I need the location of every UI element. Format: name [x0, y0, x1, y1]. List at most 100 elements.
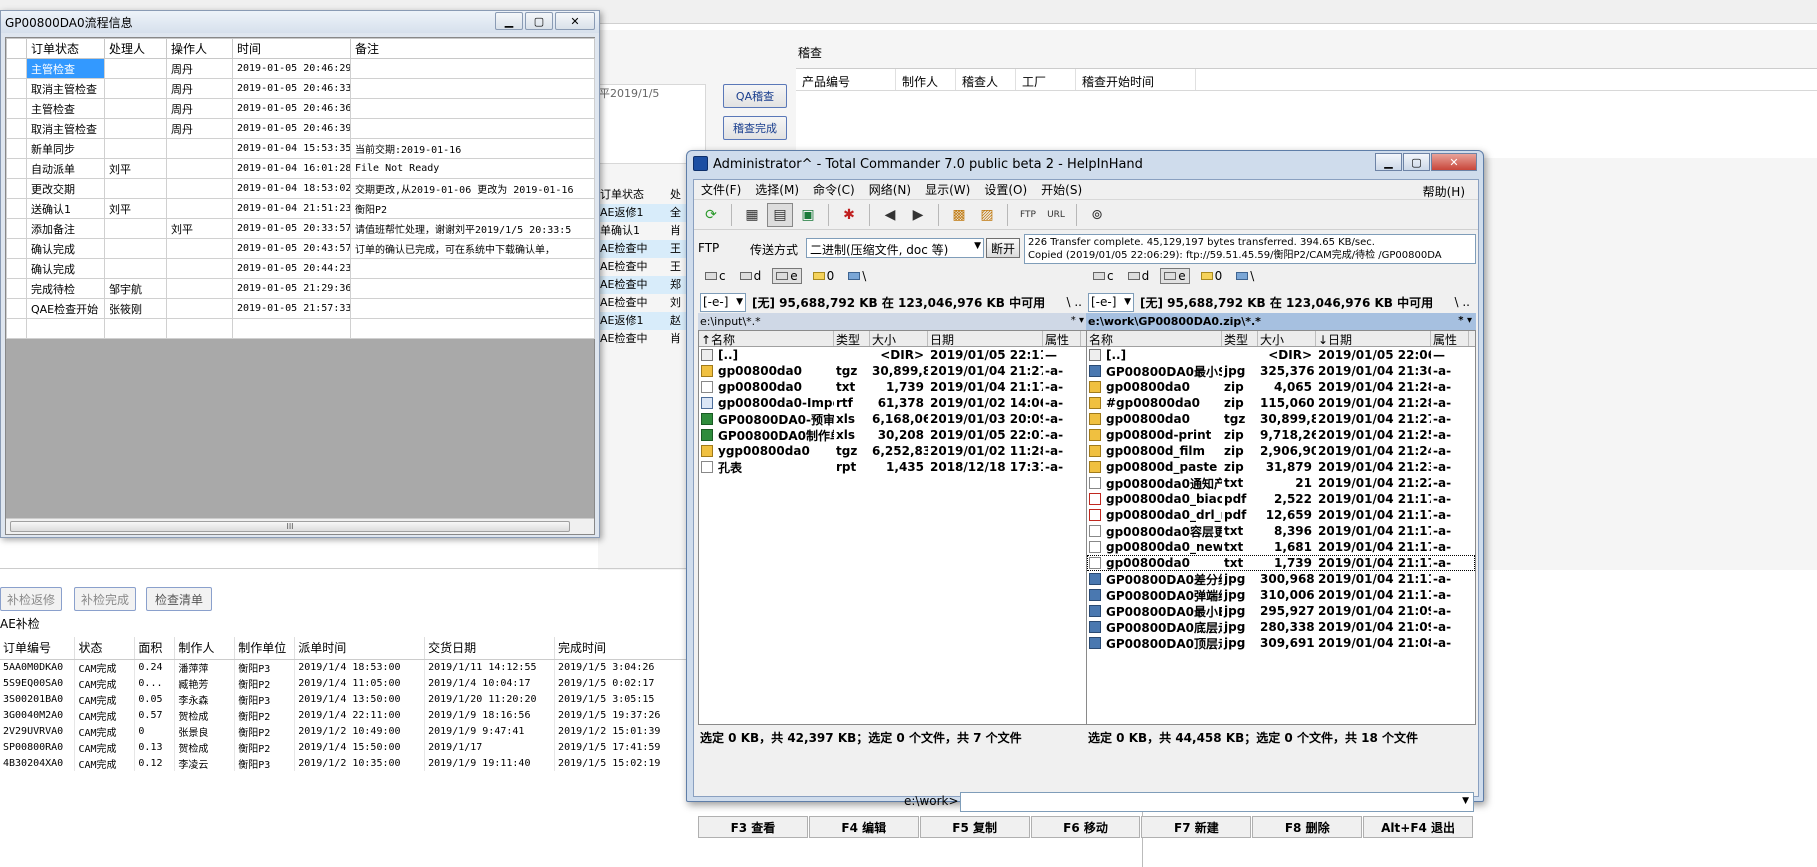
table-row[interactable]: 送确认1 刘平 2019-01-04 21:51:23 衡阳P2: [6, 198, 595, 219]
table-row[interactable]: 更改交期 2019-01-04 18:53:02 交期更改,从2019-01-06 …: [6, 178, 595, 199]
col-type[interactable]: 类型: [834, 331, 870, 346]
table-row[interactable]: 完成待检 邹宇航 2019-01-05 21:29:36: [6, 278, 595, 299]
table-row[interactable]: 3S00201BA0 CAM完成 0.05 李永森 衡阳P3 2019/1/4 13:50…: [0, 691, 690, 707]
menu-net[interactable]: 网络(N): [862, 181, 918, 198]
table-row[interactable]: [6, 318, 595, 339]
file-row[interactable]: #gp00800da0 zip 115,060 2019/01/04 21:28 -a-: [1087, 395, 1475, 411]
recheck-complete-button[interactable]: 补检完成: [74, 587, 136, 611]
pack-button[interactable]: ▩: [946, 203, 972, 227]
drive-c-button[interactable]: c: [1090, 269, 1117, 283]
close-button[interactable]: ✕: [1431, 153, 1477, 171]
file-row[interactable]: gp00800da0容层更改?..txt 8,396 2019/01/04 21:1…: [1087, 523, 1475, 539]
right-drive-combo[interactable]: [-e-] ▼: [1088, 292, 1134, 312]
file-row[interactable]: gp00800da0 txt 1,739 2019/01/04 21:17 -a-: [1087, 555, 1475, 571]
col-attr[interactable]: 属性: [1043, 331, 1081, 346]
list-item[interactable]: AE检查中王: [598, 240, 694, 258]
f4-edit-button[interactable]: F4 编辑: [808, 816, 919, 838]
file-row[interactable]: GP00800DA0制作单 xls 30,208 2019/01/05 22:01 -a…: [699, 427, 1087, 443]
drive-d-button[interactable]: d: [1125, 269, 1153, 283]
file-row[interactable]: GP00800DA0最小SMTjpg 325,3762019/01/04 21:3…: [1087, 363, 1475, 379]
review-col-maker[interactable]: 制作人: [896, 69, 956, 90]
f7-newfolder-button[interactable]: F7 新建: [1141, 816, 1252, 838]
list-item[interactable]: 单确认1 肖: [598, 222, 694, 240]
file-row[interactable]: GP00800DA0差分线 jpg 300,968 2019/01/04 21:11-…: [1087, 571, 1475, 587]
right-filter[interactable]: * ▾: [1458, 315, 1472, 326]
review-col-factory[interactable]: 工厂: [1016, 69, 1076, 90]
menu-configuration[interactable]: 设置(O): [977, 181, 1034, 198]
table-row[interactable]: 确认完成 2019-01-05 20:43:57 订单的确认已完成，可在系统中下载确…: [6, 238, 595, 259]
full-view-button[interactable]: ▤: [767, 202, 793, 227]
forward-button[interactable]: ▶: [905, 203, 931, 227]
table-row[interactable]: 2V29UVRVA0 CAM完成 0 张景良 衡阳P2 2019/1/2 10:49:00…: [0, 723, 690, 739]
find-files-button[interactable]: ⊚: [1084, 203, 1110, 227]
file-row[interactable]: gp00800da0_biaozhupdf 2,522 2019/01/04 21:…: [1087, 491, 1475, 507]
col-type[interactable]: 类型: [1222, 331, 1258, 346]
table-row[interactable]: 主管检查 周丹 2019-01-05 20:46:36: [6, 98, 595, 119]
col-area[interactable]: 面积: [134, 637, 176, 660]
network-button[interactable]: \: [845, 269, 869, 283]
alt-f4-exit-button[interactable]: Alt+F4 退出: [1363, 816, 1474, 838]
review-col-product[interactable]: 产品编号: [796, 69, 896, 90]
list-item[interactable]: AE检查中王: [598, 258, 694, 276]
review-complete-button[interactable]: 稽查完成: [723, 116, 787, 140]
file-row[interactable]: [..] <DIR> 2019/01/05 22:06—: [1087, 347, 1475, 363]
list-item[interactable]: AE检查中刘: [598, 294, 694, 312]
close-button[interactable]: ✕: [555, 12, 595, 30]
maximize-button[interactable]: ▢: [1403, 153, 1430, 171]
table-row[interactable]: SP00800RA0 CAM完成 0.13 贺检成 衡阳P2 2019/1/4 15:50…: [0, 739, 690, 755]
command-input[interactable]: ▼: [960, 792, 1474, 812]
col-unit[interactable]: 制作单位: [234, 637, 296, 660]
file-row[interactable]: gp00800d_paste zip 31,879 2019/01/04 21:23-…: [1087, 459, 1475, 475]
minimize-button[interactable]: ▁: [495, 12, 523, 30]
file-row[interactable]: gp00800da0_drl_mappdf 12,659 2019/01/04 21…: [1087, 507, 1475, 523]
f6-move-button[interactable]: F6 移动: [1030, 816, 1141, 838]
ftp-log[interactable]: 226 Transfer complete. 45,129,197 bytes …: [1024, 234, 1476, 264]
col-order-status[interactable]: 订单状态: [26, 38, 105, 59]
col-order-no[interactable]: 订单编号: [0, 637, 76, 660]
file-row[interactable]: ygp00800da0 tgz 6,252,8332019/01/02 11:28-…: [699, 443, 1087, 459]
file-row[interactable]: gp00800da0 txt 1,739 2019/01/04 21:17 -a-: [699, 379, 1087, 395]
drive-0-button[interactable]: 0: [810, 269, 838, 283]
file-row[interactable]: GP00800DA0最小BGAjpg 295,9272019/01/04 21:0…: [1087, 603, 1475, 619]
transfer-mode-select[interactable]: 二进制(压缩文件, doc 等) ▼: [806, 238, 984, 258]
table-row[interactable]: 5AA0M0DKA0 CAM完成 0.24 潘萍萍 衡阳P3 2019/1/4 18:53…: [0, 659, 690, 675]
ftp-url-button[interactable]: URL: [1043, 203, 1069, 227]
file-row[interactable]: gp00800da0_new txt 1,681 2019/01/04 21:17 -a…: [1087, 539, 1475, 555]
recheck-rework-button[interactable]: 补检返修: [0, 587, 62, 611]
right-file-list[interactable]: 名称 类型 大小 ↓日期 属性 [..] <DIR> 2019/01/05 22:0…: [1086, 330, 1476, 725]
review-col-start-time[interactable]: 稽查开始时间: [1076, 69, 1196, 90]
maximize-button[interactable]: ▢: [525, 12, 553, 30]
f8-delete-button[interactable]: F8 删除: [1252, 816, 1363, 838]
table-row[interactable]: 确认完成 2019-01-05 20:44:23: [6, 258, 595, 279]
menu-show[interactable]: 显示(W): [918, 181, 977, 198]
table-row[interactable]: 自动派单 刘平 2019-01-04 16:01:28 File Not Ready: [6, 158, 595, 179]
scrollbar-thumb[interactable]: III: [10, 521, 570, 532]
col-size[interactable]: 大小: [870, 331, 928, 346]
left-path-bar[interactable]: e:\input\*.* * ▾: [698, 313, 1088, 330]
menu-file[interactable]: 文件(F): [694, 181, 748, 198]
col-operator[interactable]: 操作人: [166, 38, 233, 59]
left-filter[interactable]: * ▾: [1071, 315, 1084, 326]
refresh-button[interactable]: ⟳: [698, 203, 724, 227]
table-row[interactable]: 新单同步 2019-01-04 15:53:35 当前交期:2019-01-16: [6, 138, 595, 159]
table-row[interactable]: QAE检查开始 张筱刚 2019-01-05 21:57:33: [6, 298, 595, 319]
network-button[interactable]: \: [1233, 269, 1257, 283]
menu-select[interactable]: 选择(M): [748, 181, 806, 198]
col-delivery-date[interactable]: 交货日期: [424, 637, 556, 660]
table-row[interactable]: 4B30204XA0 CAM完成 0.12 李凌云 衡阳P3 2019/1/2 10:35…: [0, 755, 690, 771]
right-path-bar[interactable]: e:\work\GP00800DA0.zip\*.* * ▾: [1086, 313, 1476, 330]
file-row[interactable]: GP00800DA0-预审指示xls 6,168,0642019/01/03 20…: [699, 411, 1087, 427]
minimize-button[interactable]: ▁: [1375, 153, 1402, 171]
table-row[interactable]: 取消主管检查 周丹 2019-01-05 20:46:39: [6, 118, 595, 139]
f5-copy-button[interactable]: F5 复制: [919, 816, 1030, 838]
file-row[interactable]: GP00800DA0顶层走线jpg 309,6912019/01/04 21:08…: [1087, 635, 1475, 651]
file-row[interactable]: gp00800da0 zip 4,065 2019/01/04 21:28 -a-: [1087, 379, 1475, 395]
file-row[interactable]: gp00800da0 tgz 30,899,8172019/01/04 21:27-…: [1087, 411, 1475, 427]
unpack-button[interactable]: ▨: [974, 203, 1000, 227]
table-row[interactable]: 主管检查 周丹 2019-01-05 20:46:29: [6, 58, 595, 79]
table-row[interactable]: 添加备注 刘平 2019-01-05 20:33:57 请值班帮忙处理，谢谢刘平201…: [6, 218, 595, 239]
file-row[interactable]: [..] <DIR> 2019/01/05 22:11—: [699, 347, 1087, 363]
col-maker[interactable]: 制作人: [174, 637, 236, 660]
file-row[interactable]: 孔表 rpt 1,435 2018/12/18 17:31 -a-: [699, 459, 1087, 475]
back-button[interactable]: ◀: [877, 203, 903, 227]
